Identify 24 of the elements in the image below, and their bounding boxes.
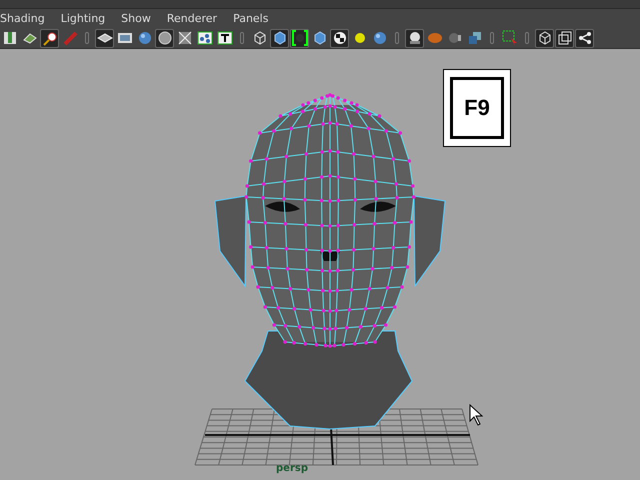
- bracket-icon[interactable]: [290, 28, 309, 48]
- menu-item[interactable]: Show: [121, 12, 151, 25]
- share-icon[interactable]: [575, 28, 594, 48]
- checker-icon[interactable]: [330, 28, 349, 48]
- circle-icon[interactable]: [155, 28, 174, 48]
- toolbar-separator: [490, 32, 494, 44]
- toolbar-separator: [525, 32, 529, 44]
- menu-item[interactable]: Renderer: [166, 12, 218, 25]
- camera-label: persp: [276, 463, 308, 474]
- key-label: F9: [450, 77, 504, 139]
- toolbar-separator: [240, 32, 244, 44]
- menu-item[interactable]: Panels: [233, 12, 268, 25]
- text-icon[interactable]: [215, 28, 234, 48]
- whiteball-icon[interactable]: [405, 28, 424, 48]
- menu-item[interactable]: Lighting: [60, 12, 106, 25]
- wirecube-icon[interactable]: [535, 28, 554, 48]
- dots-icon[interactable]: [195, 28, 214, 48]
- squares-icon[interactable]: [555, 28, 574, 48]
- mouse-cursor-icon: [470, 404, 484, 426]
- menu-item[interactable]: Shading: [0, 12, 45, 25]
- toolbar-separator: [395, 32, 399, 44]
- magnifier-icon[interactable]: [40, 28, 59, 48]
- toolbar-separator: [85, 32, 89, 44]
- cube-icon[interactable]: [270, 28, 289, 48]
